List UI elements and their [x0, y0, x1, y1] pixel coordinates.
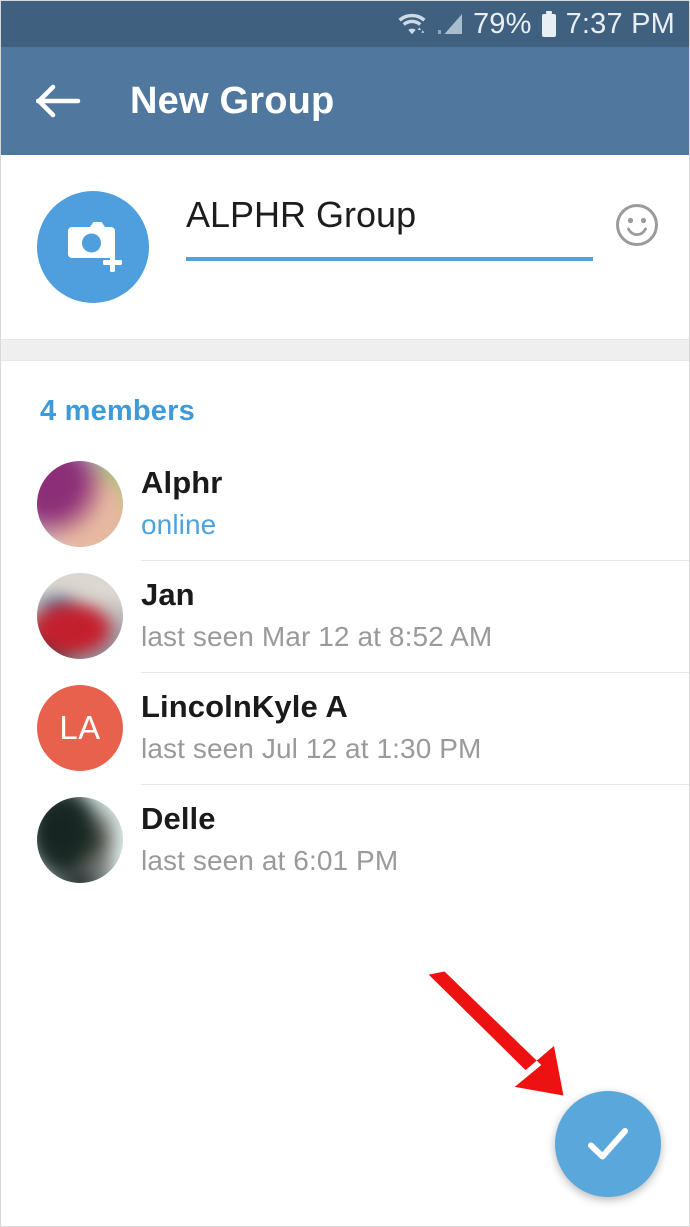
group-name-input-column	[186, 195, 593, 261]
red-pointer-arrow	[411, 966, 611, 1101]
wifi-icon	[397, 11, 427, 37]
cellular-signal-icon	[436, 11, 464, 37]
avatar	[37, 797, 123, 883]
row-divider	[141, 784, 689, 785]
group-name-field-wrapper	[186, 191, 663, 261]
member-list-item[interactable]: LA LincolnKyle A last seen Jul 12 at 1:3…	[1, 672, 689, 784]
member-name: Alphr	[141, 465, 223, 501]
status-bar-icons: 79% 7:37 PM	[397, 7, 675, 40]
app-bar: New Group	[1, 47, 689, 155]
group-photo-picker-button[interactable]	[37, 191, 149, 303]
group-name-section	[1, 155, 689, 339]
member-text: Delle last seen at 6:01 PM	[141, 800, 398, 879]
member-name: LincolnKyle A	[141, 689, 348, 725]
group-name-underline	[186, 256, 593, 261]
avatar	[37, 573, 123, 659]
emoji-picker-button[interactable]	[611, 199, 663, 251]
member-list-item[interactable]: Jan last seen Mar 12 at 8:52 AM	[1, 560, 689, 672]
emoji-smiley-icon	[614, 202, 660, 248]
member-status: last seen at 6:01 PM	[141, 845, 399, 877]
member-text: LincolnKyle A last seen Jul 12 at 1:30 P…	[141, 688, 481, 767]
row-divider	[141, 672, 689, 673]
page-title: New Group	[130, 79, 335, 122]
member-status: last seen Jul 12 at 1:30 PM	[141, 733, 482, 765]
member-status: last seen Mar 12 at 8:52 AM	[141, 621, 493, 653]
member-list-item[interactable]: Delle last seen at 6:01 PM	[1, 784, 689, 896]
member-list-item[interactable]: Alphr online	[1, 448, 689, 560]
back-arrow-icon	[36, 83, 82, 119]
back-button[interactable]	[31, 73, 87, 129]
clock-label: 7:37 PM	[565, 7, 675, 40]
row-divider	[141, 560, 689, 561]
avatar: LA	[37, 685, 123, 771]
avatar-photo-dark-hair-portrait	[37, 797, 123, 883]
status-bar: 79% 7:37 PM	[1, 1, 689, 47]
member-list: Alphr online Jan last seen Mar 12 at 8:5…	[1, 448, 689, 896]
avatar	[37, 461, 123, 547]
check-icon	[582, 1118, 634, 1170]
avatar-photo-car-body	[37, 573, 123, 659]
phone-screen: 79% 7:37 PM New Group ALPHR Group 4 memb…	[0, 0, 690, 1227]
member-name: Delle	[141, 801, 216, 837]
group-name-input[interactable]	[186, 195, 593, 257]
members-count-label: 4 members	[40, 395, 195, 427]
members-panel: 4 members Alphr online Jan last seen Mar…	[1, 361, 689, 896]
member-status: online	[141, 509, 217, 541]
section-separator	[1, 339, 689, 361]
create-group-fab[interactable]	[555, 1091, 661, 1197]
camera-add-icon	[62, 219, 124, 275]
member-text: Alphr online	[141, 464, 222, 543]
battery-percent-label: 79%	[472, 7, 532, 40]
battery-icon	[541, 11, 557, 37]
member-text: Jan last seen Mar 12 at 8:52 AM	[141, 576, 492, 655]
avatar-photo-portrait-colorful	[37, 461, 123, 547]
member-name: Jan	[141, 577, 195, 613]
avatar-initials: LA	[59, 709, 101, 746]
